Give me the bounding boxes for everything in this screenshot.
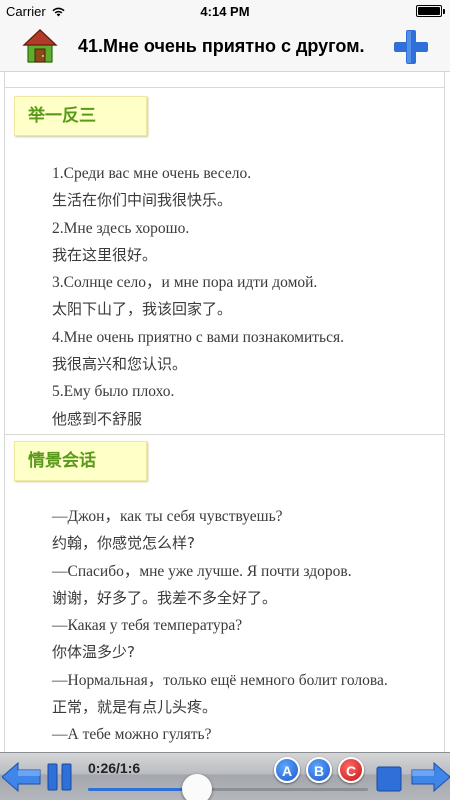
lesson-content[interactable]: 举一反三 1.Среди вас мне очень весело. 生活在你们中…: [0, 72, 450, 752]
chinese-line: 他感到不舒服: [52, 409, 143, 428]
home-icon[interactable]: [22, 28, 58, 64]
russian-line: —А тебе можно гулять?: [52, 726, 212, 744]
chinese-line: 太阳下山了，我该回家了。: [52, 300, 233, 319]
russian-line: —Джон，как ты себя чувствуешь?: [52, 508, 283, 525]
russian-line: 1.Среди вас мне очень весело.: [52, 165, 252, 182]
section-heading: 情景会话: [14, 441, 147, 481]
chinese-line: 生活在你们中间我很快乐。: [52, 191, 233, 210]
stop-icon[interactable]: [376, 766, 402, 792]
russian-line: —Какая у тебя температура?: [52, 617, 243, 635]
russian-line: 5.Ему было плохо.: [52, 383, 175, 401]
russian-line: 3.Солнце село，и мне пора идти домой.: [52, 274, 318, 292]
chinese-line: 约翰，你感觉怎么样?: [52, 534, 195, 553]
section-lines: —Джон，как ты себя чувствуешь? 约翰，你感觉怎么样? —…: [52, 503, 434, 752]
nav-bar: 41.Мне очень приятно с другом.: [0, 22, 450, 72]
russian-line: 2.Мне здесь хорошо.: [52, 219, 190, 237]
pause-icon[interactable]: [46, 763, 74, 791]
battery-fill: [418, 7, 440, 15]
section-panel-examples: 举一反三 1.Среди вас мне очень весело. 生活在你们中…: [4, 88, 445, 435]
chinese-line: 你体温多少?: [52, 643, 135, 662]
russian-line: —Нормальная，только ещё немного болит гол…: [52, 671, 388, 689]
chinese-line: 正常，就是有点儿头疼。: [52, 698, 218, 717]
progress-track[interactable]: [88, 788, 368, 791]
a-button[interactable]: A: [274, 757, 300, 783]
c-button[interactable]: C: [338, 757, 364, 783]
b-button[interactable]: B: [306, 757, 332, 783]
russian-line: —Спасибо，мне уже лучше. Я почти здоров.: [52, 562, 352, 580]
chinese-line: 我很高兴和您认识。: [52, 355, 188, 374]
previous-arrow-icon[interactable]: [2, 762, 42, 792]
progress-thumb[interactable]: [182, 774, 213, 800]
clock: 4:14 PM: [200, 4, 250, 19]
page-title: 41.Мне очень приятно с другом.: [78, 36, 365, 56]
chinese-line: 谢谢，好多了。我差不多全好了。: [52, 588, 278, 607]
panel-top-edge: [4, 72, 445, 88]
russian-line: 4.Мне очень приятно с вами познакомиться…: [52, 328, 344, 346]
plus-icon[interactable]: [392, 28, 430, 66]
battery-icon: [416, 5, 445, 17]
audio-player: 0:26/1:6 A B C: [0, 752, 450, 800]
playback-position: 0:26/1:6: [88, 760, 141, 776]
section-lines: 1.Среди вас мне очень весело. 生活在你们中间我很快乐…: [52, 160, 434, 433]
status-bar: Carrier 4:14 PM: [0, 0, 450, 22]
section-panel-dialogue: 情景会话 —Джон，как ты себя чувствуешь? 约翰，你感觉…: [4, 435, 445, 752]
next-arrow-icon[interactable]: [410, 762, 450, 792]
progress-fill: [88, 788, 198, 791]
chinese-line: 我在这里很好。: [52, 245, 158, 264]
section-heading: 举一反三: [14, 96, 147, 136]
